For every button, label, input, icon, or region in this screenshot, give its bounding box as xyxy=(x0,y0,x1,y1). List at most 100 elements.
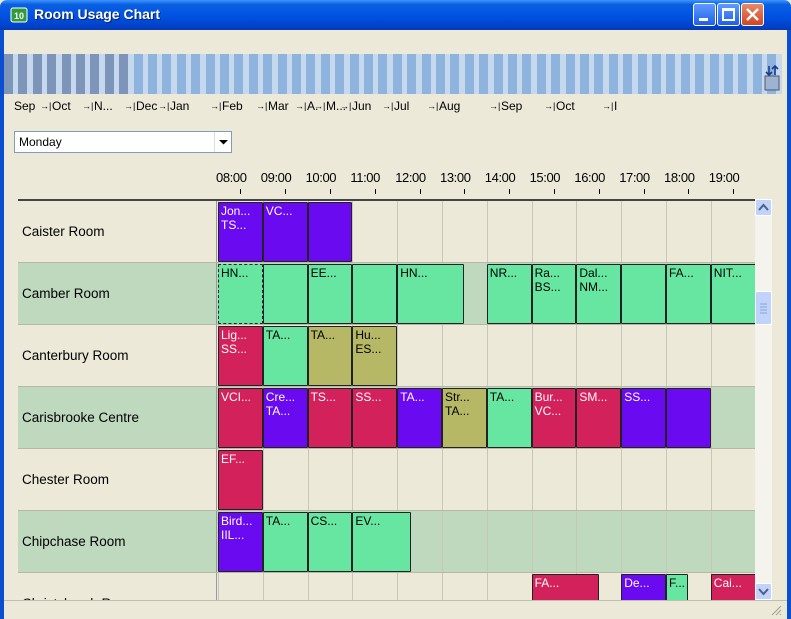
scroll-down-button[interactable] xyxy=(755,583,772,600)
minimize-button[interactable] xyxy=(693,3,716,26)
room-row[interactable]: Canterbury Room Lig... SS... TA... TA... Hu..… xyxy=(18,325,755,387)
month-label[interactable]: Sep xyxy=(501,99,522,113)
booking-block[interactable] xyxy=(262,264,308,324)
booking-line-1: Dal... xyxy=(579,266,608,280)
booking-block[interactable]: EV... xyxy=(352,512,411,572)
booking-block[interactable]: Jon... TS... xyxy=(218,202,263,262)
booking-block[interactable]: NIT... xyxy=(710,264,755,324)
booking-block[interactable]: TA... xyxy=(486,388,532,448)
room-name[interactable]: Canterbury Room xyxy=(18,325,217,387)
booking-block[interactable]: Dal... NM... xyxy=(576,264,622,324)
arrow-right-icon: →| xyxy=(340,101,352,111)
booking-block[interactable]: HN... xyxy=(397,264,465,324)
booking-block[interactable]: Hu... ES... xyxy=(352,326,398,386)
booking-block[interactable]: CS... xyxy=(307,512,353,572)
sort-icon[interactable] xyxy=(762,64,782,94)
month-label[interactable]: Mar xyxy=(268,99,289,113)
resize-grip-icon[interactable] xyxy=(770,604,782,616)
room-name[interactable]: Christchurch Room xyxy=(18,573,217,600)
booking-block[interactable] xyxy=(307,202,353,262)
title-bar[interactable]: 10 Room Usage Chart xyxy=(0,0,791,30)
month-label[interactable]: Dec xyxy=(136,99,157,113)
room-row[interactable]: Chipchase Room Bird... IIL... TA... CS... EV.… xyxy=(18,511,755,573)
usage-bar xyxy=(119,54,129,94)
room-name[interactable]: Camber Room xyxy=(18,263,217,325)
month-label[interactable]: N... xyxy=(94,99,113,113)
booking-block[interactable]: TA... xyxy=(397,388,442,448)
usage-bar xyxy=(234,54,244,94)
maximize-button[interactable] xyxy=(717,3,740,26)
booking-block[interactable]: SS... xyxy=(352,388,398,448)
booking-line-1: Str... xyxy=(445,390,470,404)
month-label[interactable]: Jun xyxy=(352,99,371,113)
slot-divider xyxy=(621,325,623,387)
month-label[interactable]: Oct xyxy=(52,99,71,113)
arrow-right-icon: →| xyxy=(82,101,94,111)
booking-block[interactable]: FA... xyxy=(666,264,711,324)
booking-block[interactable]: TS... xyxy=(307,388,353,448)
usage-bar xyxy=(565,54,575,94)
room-name[interactable]: Caister Room xyxy=(18,201,217,263)
booking-line-2: IIL... xyxy=(221,528,245,542)
booking-line-1: TA... xyxy=(310,328,336,342)
month-label[interactable]: Sep xyxy=(14,99,35,113)
booking-block[interactable]: De... xyxy=(621,574,666,600)
booking-block[interactable]: VCI... xyxy=(218,388,263,448)
dropdown-arrow-button[interactable] xyxy=(214,132,231,152)
room-name[interactable]: Chester Room xyxy=(18,449,217,511)
slot-divider xyxy=(442,511,443,573)
month-label[interactable]: Aug xyxy=(439,99,460,113)
day-dropdown[interactable]: Monday xyxy=(14,131,232,153)
booking-block[interactable] xyxy=(666,388,711,448)
usage-bar xyxy=(709,54,719,94)
time-tick xyxy=(733,189,735,194)
booking-block[interactable]: TA... xyxy=(262,512,308,572)
booking-block[interactable]: Bur... VC... xyxy=(531,388,577,448)
booking-block[interactable]: Bird... IIL... xyxy=(218,512,263,572)
booking-block[interactable]: HN... xyxy=(218,264,263,324)
booking-block[interactable]: Ra... BS... xyxy=(531,264,577,324)
window-frame-left xyxy=(0,30,4,619)
room-booking-grid[interactable]: Caister Room Jon... TS... VC... Camber Room H… xyxy=(18,199,755,600)
month-label[interactable]: Jul xyxy=(394,99,409,113)
room-row[interactable]: Carisbrooke Centre VCI... Cre... TA... TS...… xyxy=(18,387,755,449)
booking-block[interactable] xyxy=(352,264,398,324)
booking-block[interactable]: TA... xyxy=(262,326,308,386)
month-label[interactable]: Oct xyxy=(556,99,575,113)
usage-bar xyxy=(277,54,287,94)
booking-block[interactable]: Lig... SS... xyxy=(218,326,263,386)
vertical-scrollbar[interactable] xyxy=(755,199,772,600)
month-label[interactable]: Feb xyxy=(222,99,243,113)
month-label[interactable]: I xyxy=(614,99,617,113)
booking-block[interactable]: NR... xyxy=(486,264,532,324)
window-title: Room Usage Chart xyxy=(34,6,161,22)
booking-block[interactable]: SM... xyxy=(576,388,622,448)
booking-block[interactable]: SS... xyxy=(621,388,666,448)
close-button[interactable] xyxy=(741,3,764,26)
booking-block[interactable]: VC... xyxy=(262,202,308,262)
scroll-thumb[interactable] xyxy=(755,291,772,325)
booking-block[interactable]: F... xyxy=(666,574,689,600)
booking-block[interactable]: Str... TA... xyxy=(442,388,487,448)
maximize-icon xyxy=(722,8,735,21)
room-name[interactable]: Chipchase Room xyxy=(18,511,217,573)
slot-divider xyxy=(576,511,578,573)
booking-block[interactable]: FA... xyxy=(531,574,599,600)
booking-line-2: ES... xyxy=(355,342,382,356)
room-row[interactable]: Camber Room HN... EE... HN... NR... Ra... BS..… xyxy=(18,263,755,325)
booking-block[interactable] xyxy=(621,264,666,324)
booking-block[interactable]: EF... xyxy=(218,450,263,510)
usage-bar xyxy=(90,54,100,94)
month-label[interactable]: Jan xyxy=(170,99,189,113)
scroll-up-button[interactable] xyxy=(755,199,772,216)
room-name[interactable]: Carisbrooke Centre xyxy=(18,387,217,449)
booking-block[interactable]: Cai... xyxy=(710,574,755,600)
booking-block[interactable]: EE... xyxy=(307,264,353,324)
room-row[interactable]: Chester Room EF... xyxy=(18,449,755,511)
room-row[interactable]: Christchurch Room FA... De... F... Cai... xyxy=(18,573,755,600)
booking-block[interactable]: Cre... TA... xyxy=(262,388,308,448)
usage-overview-strip[interactable] xyxy=(4,54,782,94)
app-icon: 10 xyxy=(10,7,28,23)
booking-block[interactable]: TA... xyxy=(307,326,353,386)
room-row[interactable]: Caister Room Jon... TS... VC... xyxy=(18,201,755,263)
